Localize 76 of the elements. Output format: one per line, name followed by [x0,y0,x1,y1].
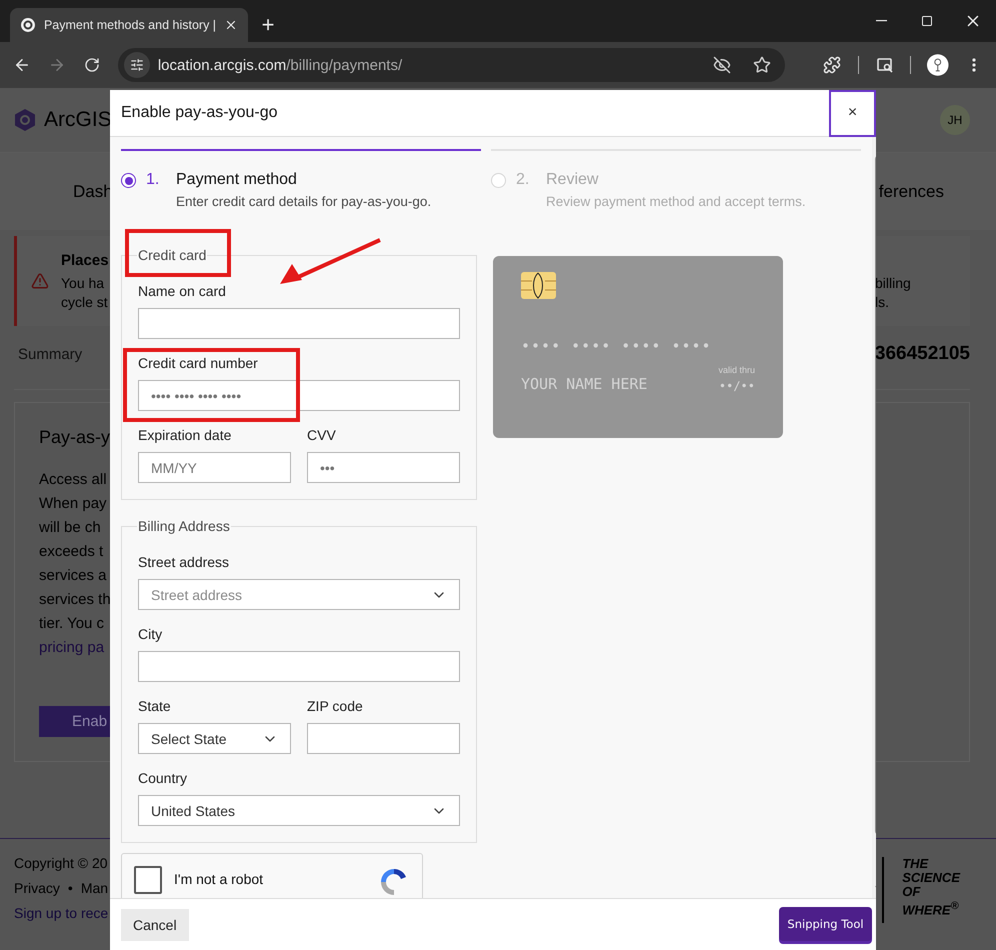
cancel-button[interactable]: Cancel [121,908,189,940]
tab-search-icon [876,56,894,74]
card-text: When pay [39,494,107,514]
browser-tab[interactable]: Payment methods and history | [10,8,248,42]
globe-icon [20,17,36,33]
star-icon[interactable] [752,56,771,74]
valid-thru-label: valid thru [718,365,755,375]
card-text: tier. You c [39,614,104,634]
field-label: Country [138,770,188,786]
card-text: will be ch [39,518,101,538]
alert-text: You ha [61,274,104,292]
text-input-field[interactable] [138,651,460,682]
step-description: Review payment method and accept terms. [546,194,806,209]
field-label: Expiration date [138,427,232,443]
address-bar[interactable]: location.arcgis.com/billing/payments/ [118,48,785,82]
alert-text: ls. [875,293,889,312]
eye-off-icon[interactable] [712,56,731,74]
step-number: 1. [146,171,160,190]
alert-title: Places [61,250,109,270]
expiry-text: ••/•• [718,379,755,393]
field-label: State [138,698,171,714]
dialog-title: Enable pay-as-you-go [121,104,278,122]
card-text: Access all [39,470,107,490]
reload-icon [84,57,100,73]
text-input-field[interactable]: ••• [307,452,460,483]
site-settings-icon[interactable] [124,52,150,78]
profile-avatar-icon[interactable] [927,54,949,76]
text-input-field[interactable] [307,723,460,754]
close-button[interactable]: × [829,90,876,136]
hexagon-logo-icon [14,108,36,132]
minimize-icon [876,20,886,22]
step-title: Payment method [176,171,297,189]
brand-logo: THE SCIENCE OF WHERE$^{®}$ [882,857,960,923]
radio-icon [491,173,506,188]
copyright-text: Copyright © 20 [14,855,108,871]
field-label: ZIP code [307,698,363,714]
section-legend: Credit card [137,247,208,263]
text-input-field[interactable] [138,308,460,339]
card-text: exceeds t [39,542,104,562]
field-label: CVV [307,427,336,443]
step-description: Enter credit card details for pay-as-you-go. [176,194,432,209]
text-input-field[interactable]: •••• •••• •••• •••• [138,380,460,411]
captcha-checkbox[interactable] [134,866,162,894]
close-icon[interactable] [224,18,238,32]
card-text: services th [39,590,111,610]
card-title: Pay-as-y [39,427,110,448]
tab-title: Payment methods and history | [44,18,216,32]
field-label: Street address [138,554,230,570]
account-number: 366452105 [874,343,970,365]
dropdown-field[interactable]: Select State [138,723,291,754]
menu-icon [972,58,976,72]
radio-icon [121,173,136,188]
field-label: Credit card number [138,355,258,371]
maximize-icon [921,15,933,27]
alert-text: billing [875,274,911,293]
logo-text: ArcGIS [44,108,112,132]
summary-label: Summary [18,346,82,363]
separator-dot: • [68,880,73,896]
new-tab-button[interactable]: + [254,10,282,40]
alert-text: cycle st [61,292,108,312]
snipping-tool-notification[interactable]: Snipping Tool [779,907,872,941]
text-input-field[interactable]: MM/YY [138,452,291,483]
section-legend: Billing Address [137,518,231,534]
captcha-label: I'm not a robot [174,871,264,887]
field-label: City [138,626,162,642]
stepper-step[interactable]: 1. Payment method Enter credit card details for pay-as-you-go. [121,149,481,209]
card-number-text: •••• •••• •••• •••• [521,337,712,355]
field-label: Name on card [138,283,226,299]
card-text: services a [39,566,107,586]
step-title: Review [546,171,598,189]
dropdown-field[interactable]: United States [138,795,460,826]
step-number: 2. [516,171,530,190]
cardholder-name-text: YOUR NAME HERE [521,375,648,393]
chip-icon [521,272,556,299]
warning-icon [31,272,49,290]
puzzle-icon [823,56,842,74]
